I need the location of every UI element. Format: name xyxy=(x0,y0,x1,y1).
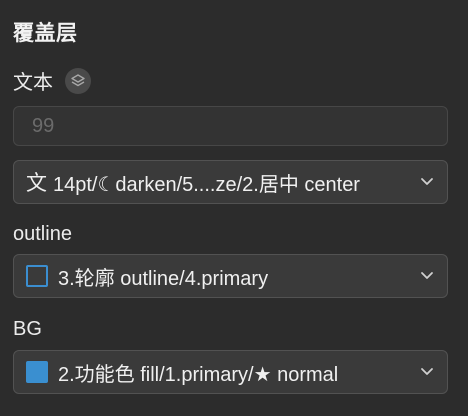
bg-swatch xyxy=(26,361,48,383)
bg-label: BG xyxy=(13,318,42,340)
bg-label-row: BG xyxy=(13,318,42,341)
text-input[interactable] xyxy=(32,114,447,138)
text-glyph-icon: 文 xyxy=(26,172,47,195)
chevron-down-icon xyxy=(413,351,441,393)
outline-value: 3.轮廓 outline/4.primary xyxy=(58,267,269,290)
bg-select[interactable]: 2.功能色 fill/1.primary/★ normal xyxy=(13,350,448,394)
layers-icon[interactable] xyxy=(65,67,91,94)
outline-label-row: outline xyxy=(13,223,72,246)
overlay-panel: 覆盖层 文本 文 14pt/☾darken/5....ze/2.居中 cente… xyxy=(0,0,468,416)
text-label: 文本 xyxy=(13,72,53,94)
text-label-row: 文本 xyxy=(13,66,91,95)
text-input-field[interactable] xyxy=(13,106,448,146)
outline-swatch xyxy=(26,265,48,287)
section-title: 覆盖层 xyxy=(13,22,78,45)
chevron-down-icon xyxy=(413,161,441,203)
chevron-down-icon xyxy=(413,255,441,297)
bg-value: 2.功能色 fill/1.primary/★ normal xyxy=(58,363,339,386)
outline-select[interactable]: 3.轮廓 outline/4.primary xyxy=(13,254,448,298)
text-style-value: 14pt/☾darken/5....ze/2.居中 center xyxy=(53,173,360,196)
text-style-select[interactable]: 文 14pt/☾darken/5....ze/2.居中 center xyxy=(13,160,448,204)
outline-label: outline xyxy=(13,223,72,245)
